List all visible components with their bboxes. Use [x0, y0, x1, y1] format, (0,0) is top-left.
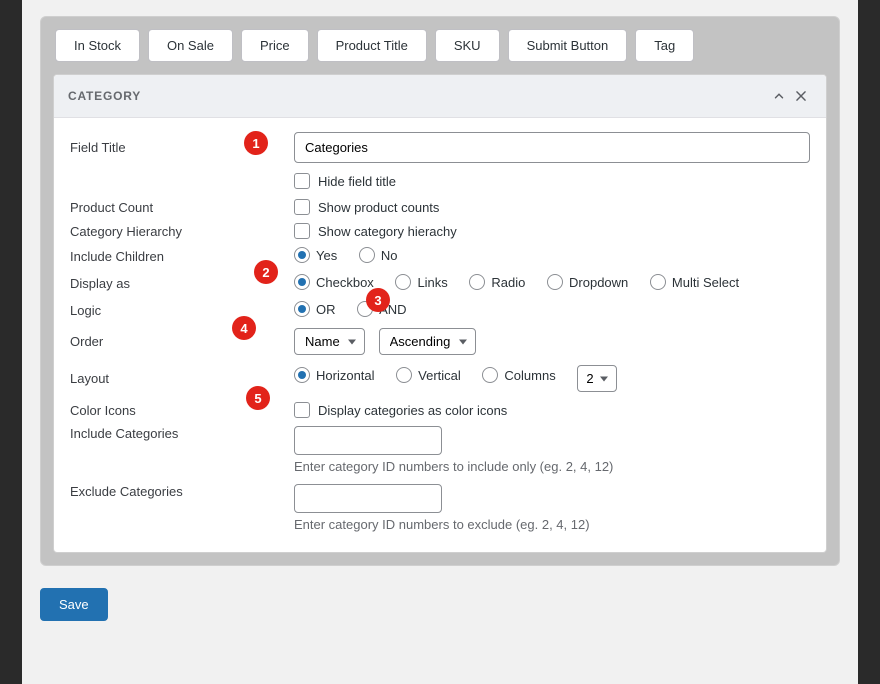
layout-columns-radio[interactable]	[482, 367, 498, 383]
field-pill-sku[interactable]: SKU	[435, 29, 500, 62]
available-fields-row: In Stock On Sale Price Product Title SKU…	[41, 17, 839, 74]
field-pill-submit-button[interactable]: Submit Button	[508, 29, 628, 62]
label-exclude-categories: Exclude Categories	[70, 484, 294, 499]
include-children-yes-label: Yes	[316, 248, 337, 263]
display-multi-select-label: Multi Select	[672, 275, 739, 290]
hide-field-title-checkbox[interactable]	[294, 173, 310, 189]
display-dropdown-radio[interactable]	[547, 274, 563, 290]
annotation-badge-5: 5	[246, 386, 270, 410]
logic-or-radio[interactable]	[294, 301, 310, 317]
layout-columns-label: Columns	[504, 368, 555, 383]
category-panel: CATEGORY 1 2 3 4 5 Field Title	[53, 74, 827, 553]
display-links-radio[interactable]	[395, 274, 411, 290]
label-order: Order	[70, 334, 294, 349]
label-category-hierarchy: Category Hierarchy	[70, 224, 294, 239]
exclude-categories-input[interactable]	[294, 484, 442, 513]
annotation-badge-3: 3	[366, 288, 390, 312]
display-links-label: Links	[417, 275, 447, 290]
display-dropdown-label: Dropdown	[569, 275, 628, 290]
collapse-icon[interactable]	[768, 85, 790, 107]
annotation-badge-2: 2	[254, 260, 278, 284]
color-icons-text: Display categories as color icons	[318, 403, 507, 418]
include-children-no-radio[interactable]	[359, 247, 375, 263]
field-pill-product-title[interactable]: Product Title	[317, 29, 427, 62]
show-hierarchy-label: Show category hierachy	[318, 224, 457, 239]
close-icon[interactable]	[790, 85, 812, 107]
color-icons-checkbox[interactable]	[294, 402, 310, 418]
display-multi-select-radio[interactable]	[650, 274, 666, 290]
show-product-counts-checkbox[interactable]	[294, 199, 310, 215]
category-panel-body: 1 2 3 4 5 Field Title Hide field title P…	[54, 118, 826, 552]
layout-columns-select[interactable]: 2	[577, 365, 617, 392]
field-pill-on-sale[interactable]: On Sale	[148, 29, 233, 62]
include-categories-input[interactable]	[294, 426, 442, 455]
order-dir-select[interactable]: Ascending	[379, 328, 476, 355]
exclude-categories-help: Enter category ID numbers to exclude (eg…	[294, 517, 590, 532]
label-include-categories: Include Categories	[70, 426, 294, 441]
panel-title: CATEGORY	[68, 89, 141, 103]
hide-field-title-label: Hide field title	[318, 174, 396, 189]
display-radio-label: Radio	[491, 275, 525, 290]
logic-or-label: OR	[316, 302, 336, 317]
label-layout: Layout	[70, 371, 294, 386]
layout-horizontal-radio[interactable]	[294, 367, 310, 383]
annotation-badge-1: 1	[244, 131, 268, 155]
layout-vertical-label: Vertical	[418, 368, 461, 383]
annotation-badge-4: 4	[232, 316, 256, 340]
field-pill-tag[interactable]: Tag	[635, 29, 694, 62]
show-hierarchy-checkbox[interactable]	[294, 223, 310, 239]
save-button[interactable]: Save	[40, 588, 108, 621]
include-children-no-label: No	[381, 248, 398, 263]
field-pill-in-stock[interactable]: In Stock	[55, 29, 140, 62]
show-product-counts-label: Show product counts	[318, 200, 439, 215]
filter-builder-card: In Stock On Sale Price Product Title SKU…	[40, 16, 840, 566]
include-categories-help: Enter category ID numbers to include onl…	[294, 459, 613, 474]
layout-horizontal-label: Horizontal	[316, 368, 375, 383]
dark-rail-left	[0, 0, 22, 684]
display-checkbox-label: Checkbox	[316, 275, 374, 290]
include-children-yes-radio[interactable]	[294, 247, 310, 263]
display-checkbox-radio[interactable]	[294, 274, 310, 290]
label-logic: Logic	[70, 303, 294, 318]
order-by-select[interactable]: Name	[294, 328, 365, 355]
layout-vertical-radio[interactable]	[396, 367, 412, 383]
field-pill-price[interactable]: Price	[241, 29, 309, 62]
category-panel-header: CATEGORY	[54, 75, 826, 118]
field-title-input[interactable]	[294, 132, 810, 163]
label-product-count: Product Count	[70, 200, 294, 215]
dark-rail-right	[858, 0, 880, 684]
display-radio-radio[interactable]	[469, 274, 485, 290]
